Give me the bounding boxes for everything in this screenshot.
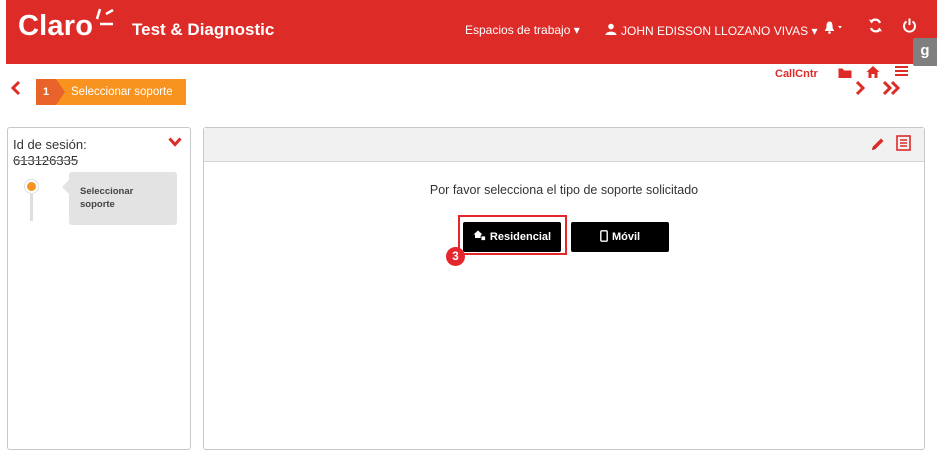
wizard-step[interactable]: 1 Seleccionar soporte (36, 79, 186, 105)
user-icon (605, 23, 617, 38)
logo-swoosh-icon (95, 8, 114, 26)
movil-button[interactable]: Móvil (571, 222, 669, 252)
next-step-icon[interactable] (854, 79, 866, 102)
power-logout-icon[interactable] (902, 18, 917, 37)
app-title: Test & Diagnostic (132, 20, 275, 39)
step-label: Seleccionar soporte (65, 79, 186, 105)
user-menu[interactable]: JOHN EDISSON LLOZANO VIVAS ▾ (605, 23, 818, 38)
workspaces-dropdown[interactable]: Espacios de trabajo ▾ (465, 23, 580, 37)
claro-logo: Claro (18, 10, 94, 42)
timeline-step-label: Seleccionar soporte (80, 186, 134, 210)
folder-icon[interactable] (838, 67, 852, 82)
highlight-annotation (458, 215, 567, 255)
previous-step-icon[interactable] (10, 79, 22, 102)
refresh-icon[interactable] (868, 18, 883, 37)
movil-button-label: Móvil (611, 231, 641, 243)
callcntr-label: CallCntr (775, 68, 818, 80)
session-panel: Id de sesión: 613126335 Seleccionar sopo… (7, 127, 191, 450)
notifications-bell-icon[interactable] (823, 20, 845, 38)
step-callout-badge: 3 (446, 247, 465, 266)
side-tab-button[interactable]: g (913, 38, 937, 66)
chevron-down-icon[interactable] (168, 134, 182, 150)
session-id-label: Id de sesión: (13, 137, 87, 152)
home-icon[interactable] (866, 65, 880, 83)
step-number: 1 (36, 79, 56, 105)
notes-list-icon[interactable] (896, 135, 911, 156)
main-panel: Por favor selecciona el tipo de soporte … (203, 127, 925, 450)
mobile-phone-icon (600, 229, 608, 245)
main-panel-header (204, 128, 924, 162)
pencil-edit-icon[interactable] (870, 136, 886, 157)
session-id-value: 613126335 (13, 153, 79, 168)
top-navbar: Claro Test & Diagnostic Espacios de trab… (6, 0, 937, 64)
user-name: JOHN EDISSON LLOZANO VIVAS ▾ (621, 23, 818, 38)
timeline-step-card[interactable]: Seleccionar soporte (62, 172, 177, 225)
last-step-icon[interactable] (882, 79, 902, 102)
timeline-dot (25, 180, 38, 193)
support-type-prompt: Por favor selecciona el tipo de soporte … (429, 183, 699, 197)
step-arrow (56, 79, 65, 105)
